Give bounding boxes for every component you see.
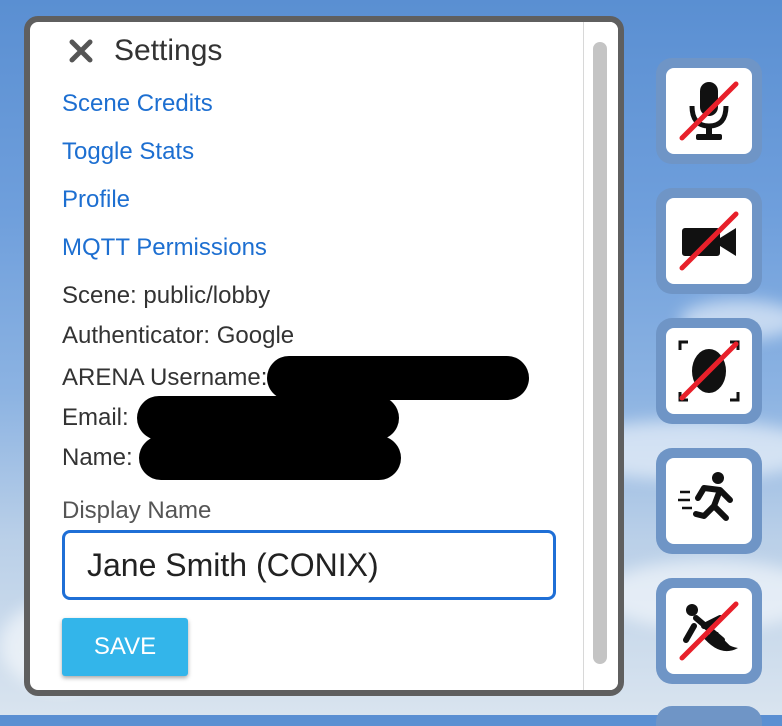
- face-tracking-button-face: [666, 328, 752, 414]
- video-off-icon: [679, 211, 739, 271]
- scene-credits-link[interactable]: Scene Credits: [62, 90, 213, 118]
- scrollbar[interactable]: [583, 22, 618, 690]
- authenticator-info: Authenticator: Google: [62, 322, 295, 349]
- microphone-button-face: [666, 68, 752, 154]
- email-label: Email:: [62, 404, 129, 431]
- toggle-stats-link[interactable]: Toggle Stats: [62, 138, 194, 166]
- name-label: Name:: [62, 444, 133, 471]
- flying-button-face: [666, 588, 752, 674]
- next-tool-button-partial[interactable]: [656, 706, 762, 726]
- scene-info: Scene: public/lobby: [62, 282, 271, 309]
- settings-header: Settings: [68, 34, 222, 68]
- settings-panel: Settings Scene Credits Toggle Stats Prof…: [24, 16, 624, 696]
- profile-link[interactable]: Profile: [62, 186, 130, 214]
- display-name-input[interactable]: [62, 530, 556, 600]
- arena-username-row: ARENA Username:: [62, 356, 530, 400]
- video-toggle-button[interactable]: [656, 188, 762, 294]
- arena-username-label: ARENA Username:: [62, 364, 268, 391]
- mqtt-permissions-link[interactable]: MQTT Permissions: [62, 234, 267, 262]
- movement-mode-button[interactable]: [656, 448, 762, 554]
- face-tracking-off-icon: [678, 340, 740, 402]
- flying-toggle-button[interactable]: [656, 578, 762, 684]
- email-row: Email:: [62, 396, 399, 440]
- face-tracking-toggle-button[interactable]: [656, 318, 762, 424]
- microphone-off-icon: [679, 81, 739, 141]
- display-name-label: Display Name: [62, 497, 212, 524]
- redacted-username: [267, 356, 530, 400]
- microphone-toggle-button[interactable]: [656, 58, 762, 164]
- save-button[interactable]: SAVE: [62, 618, 188, 676]
- flying-off-icon: [679, 601, 739, 661]
- page-title: Settings: [114, 34, 223, 67]
- close-icon[interactable]: [68, 38, 94, 64]
- running-person-icon: [678, 472, 733, 521]
- redacted-name: [138, 436, 401, 480]
- settings-content: Settings Scene Credits Toggle Stats Prof…: [30, 22, 582, 690]
- scrollbar-thumb[interactable]: [593, 42, 607, 664]
- name-row: Name:: [62, 436, 401, 480]
- redacted-email: [136, 396, 399, 440]
- movement-button-face: [666, 458, 752, 544]
- video-button-face: [666, 198, 752, 284]
